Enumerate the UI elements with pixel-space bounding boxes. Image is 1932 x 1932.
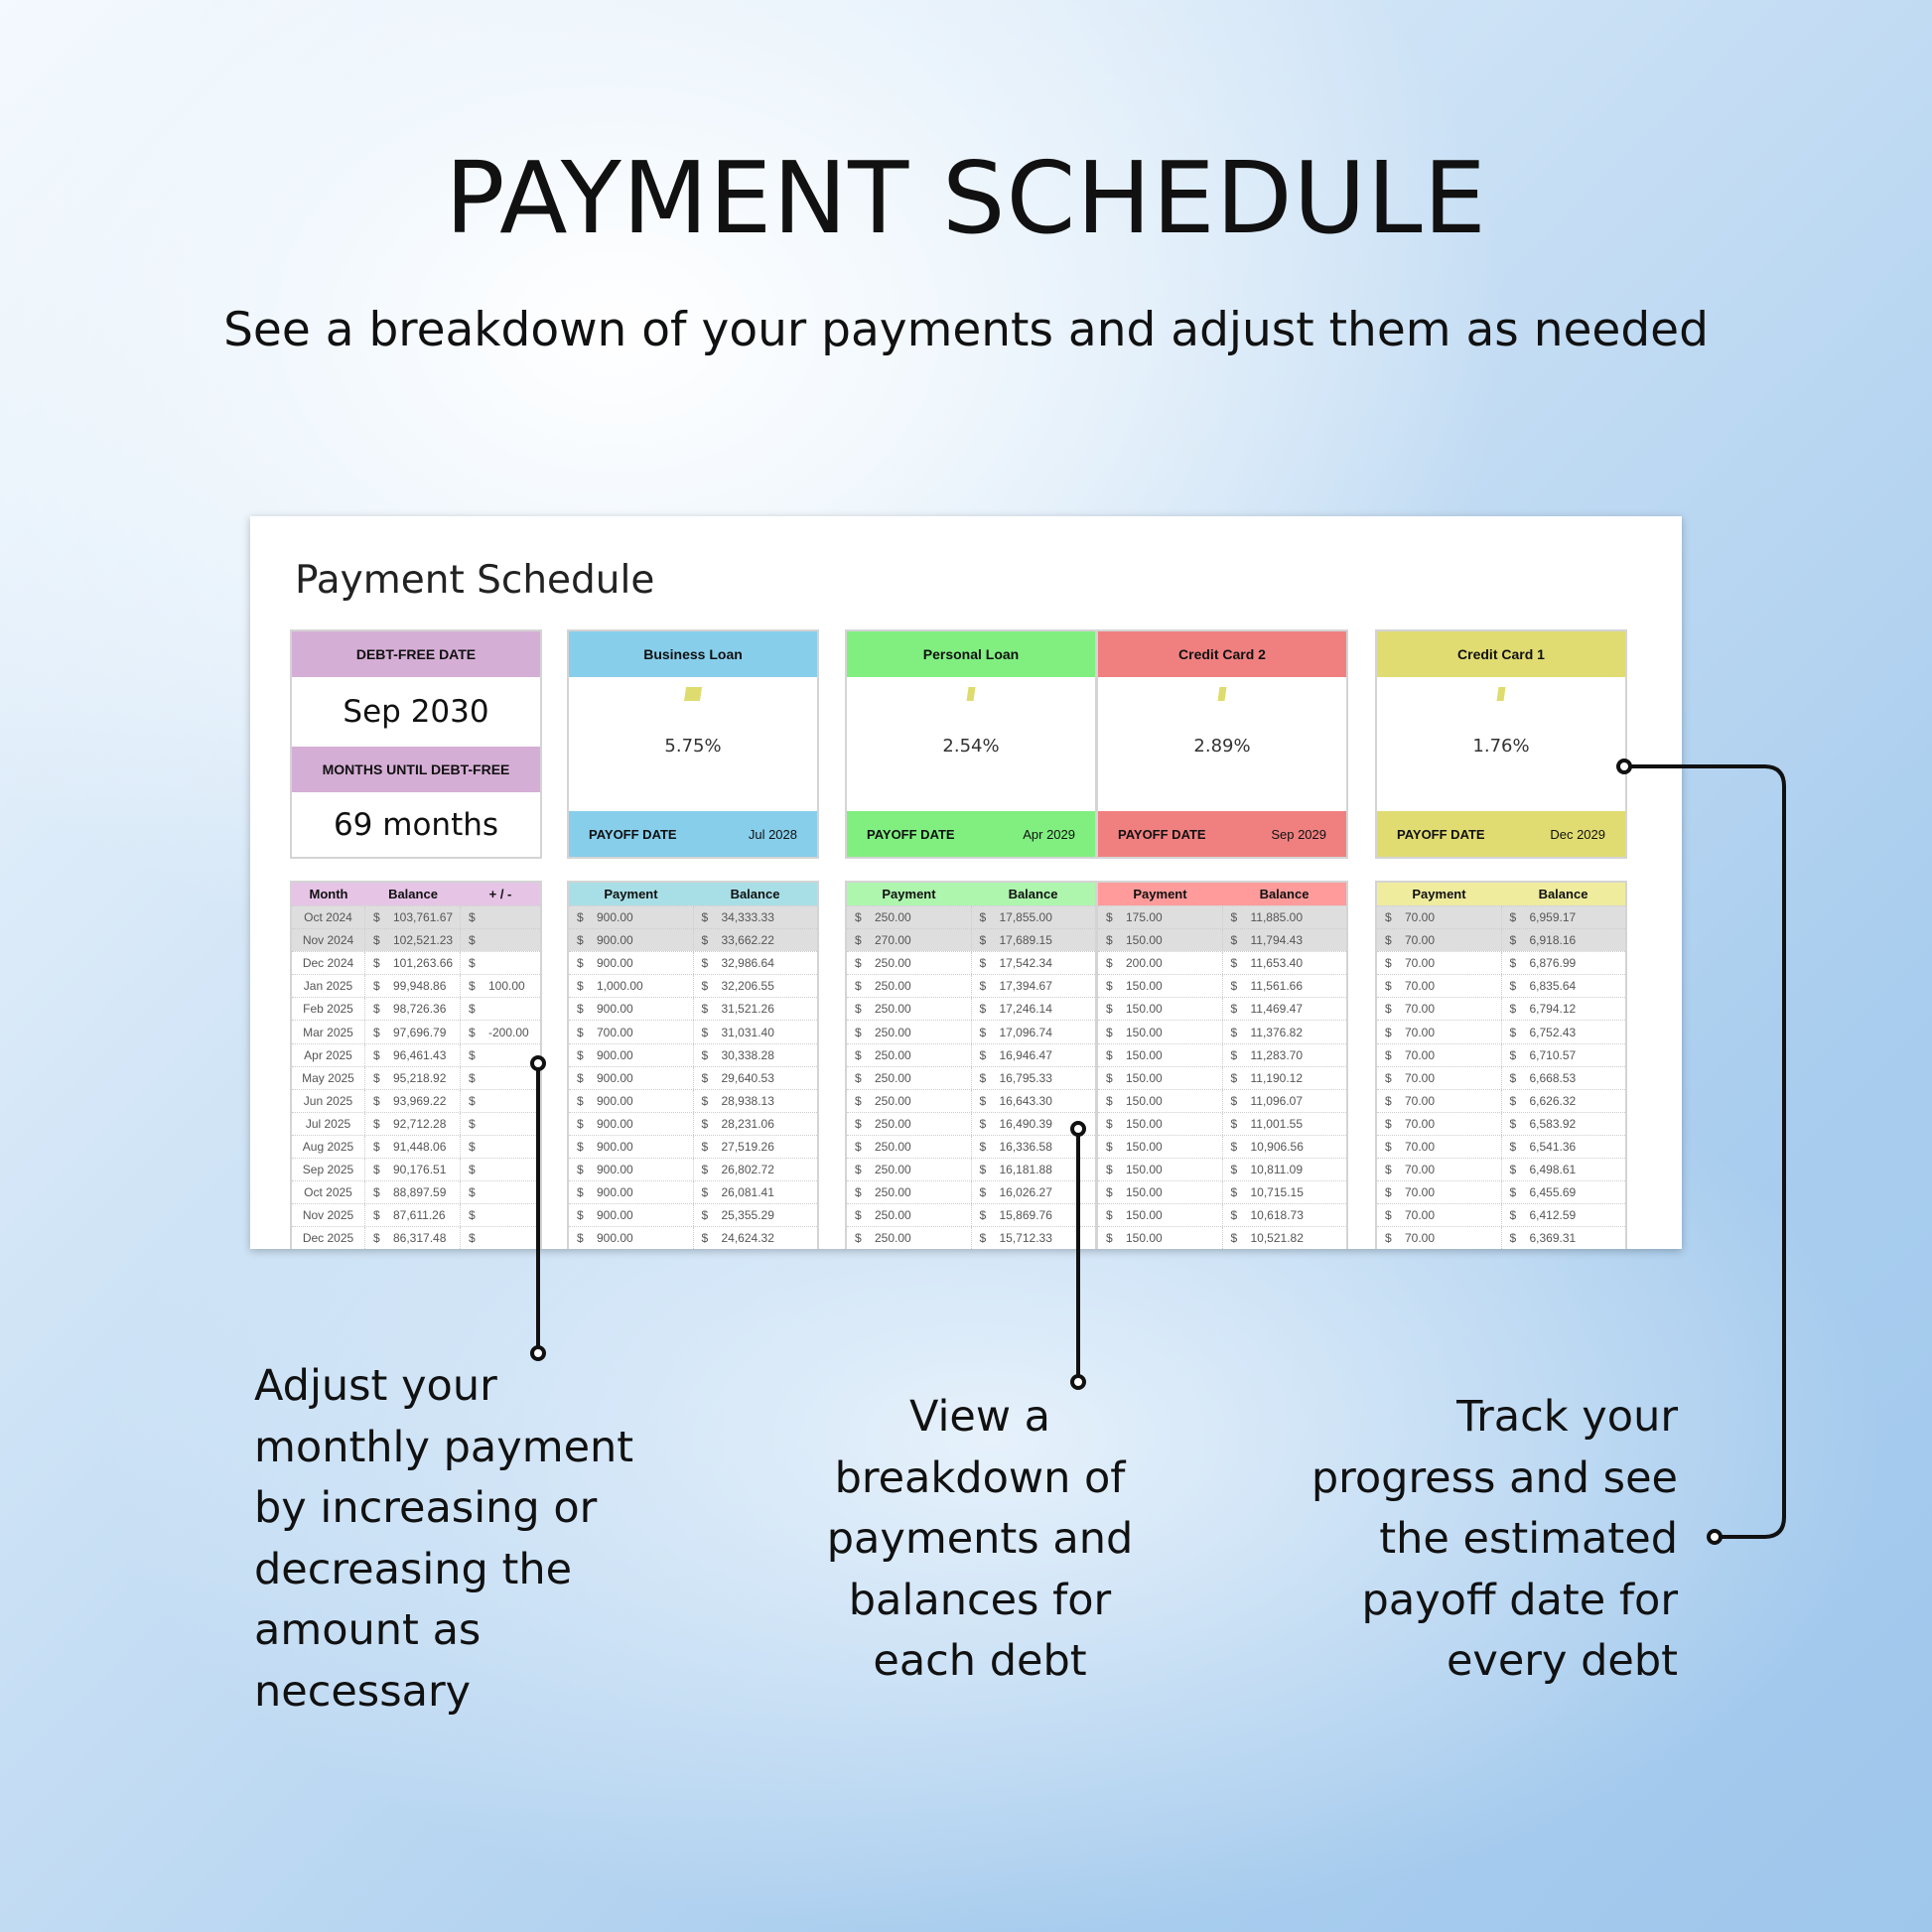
callout-view-breakdown: View a breakdown of payments and balances f… (732, 1387, 1228, 1693)
callout-line: breakdown of (834, 1452, 1126, 1503)
callout-line: each debt (873, 1636, 1087, 1686)
callout-adjust-payment: Adjust your monthly payment by increasing … (254, 1356, 633, 1723)
callout-track-progress: Track your progress and see the estimated p… (1181, 1387, 1678, 1693)
left-connector-dot-top (530, 1055, 546, 1071)
callout-line: by increasing or (254, 1483, 598, 1533)
callout-line: payoff date for (1361, 1575, 1678, 1625)
callout-line: balances for (848, 1575, 1112, 1625)
callout-line: amount as (254, 1605, 482, 1655)
callout-line: Adjust your (254, 1361, 497, 1411)
callout-line: monthly payment (254, 1422, 634, 1472)
callout-line: payments and (826, 1514, 1134, 1564)
callout-line: decreasing the (254, 1544, 573, 1594)
callout-line: the estimated (1379, 1514, 1678, 1564)
right-connector-dot-bottom (1707, 1529, 1723, 1545)
callout-line: View a (908, 1392, 1051, 1442)
callout-line: every debt (1446, 1636, 1678, 1686)
middle-connector-dot-top (1070, 1121, 1086, 1137)
callout-line: progress and see (1311, 1452, 1678, 1503)
right-connector-dot-top (1616, 759, 1632, 774)
callout-line: Track your (1456, 1392, 1678, 1442)
callout-line: necessary (254, 1666, 472, 1717)
